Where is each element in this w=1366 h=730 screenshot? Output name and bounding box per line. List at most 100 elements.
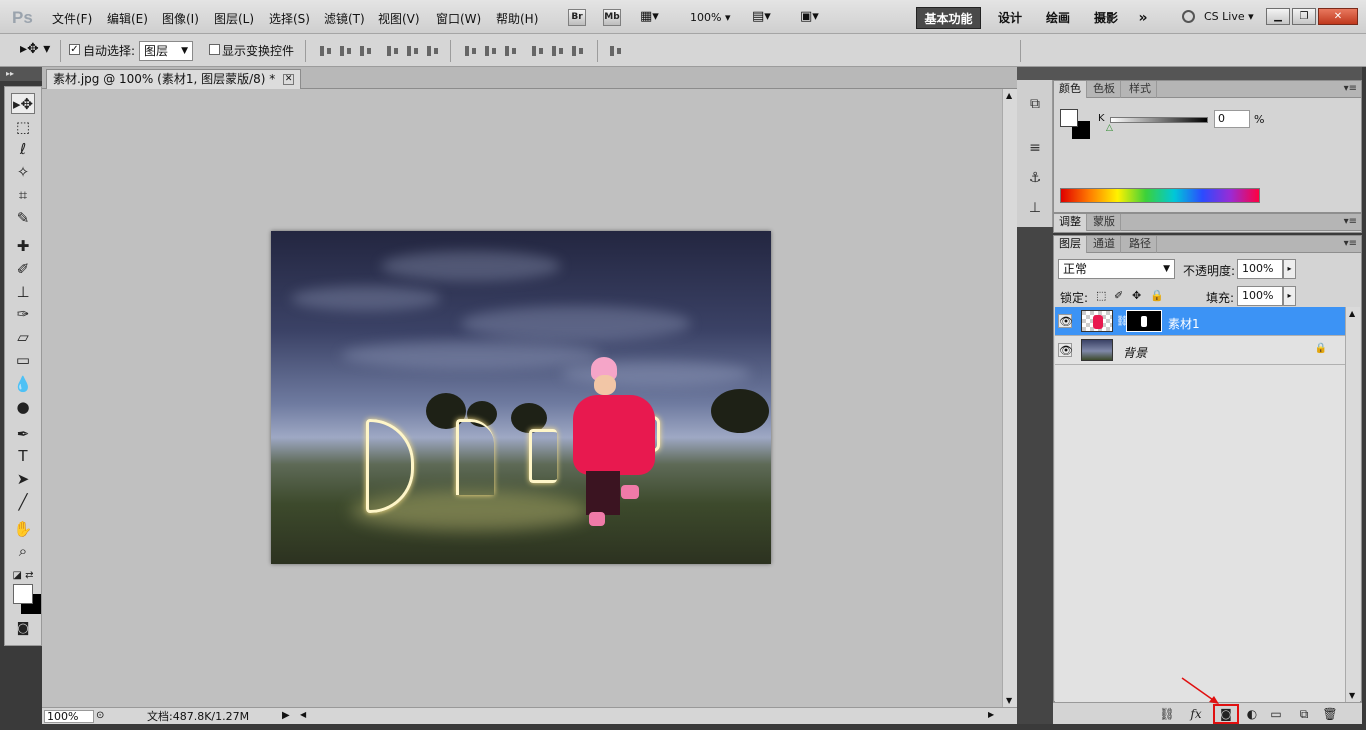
swap-colors-icon[interactable]: ◪ ⇄ xyxy=(11,565,35,586)
panels-header[interactable] xyxy=(1053,67,1362,80)
new-group-icon[interactable]: ▭ xyxy=(1267,706,1285,722)
quick-mask-icon[interactable]: ◙ xyxy=(11,618,35,639)
menu-help[interactable]: 帮助(H) xyxy=(496,10,538,27)
new-layer-icon[interactable]: ⧉ xyxy=(1295,706,1313,722)
scroll-up-icon[interactable]: ▲ xyxy=(1006,91,1012,100)
align-right-icon[interactable] xyxy=(425,44,441,58)
line-tool-icon[interactable]: ╱ xyxy=(11,492,35,513)
auto-select-target-select[interactable]: 图层 ▼ xyxy=(139,41,193,61)
menu-window[interactable]: 窗口(W) xyxy=(436,10,481,27)
document-tab[interactable]: 素材.jpg @ 100% (素材1, 图层蒙版/8) * ✕ xyxy=(46,69,302,89)
clone-source-icon[interactable]: ⊥ xyxy=(1025,198,1045,218)
restore-button[interactable]: ❐ xyxy=(1292,8,1316,25)
lasso-tool-icon[interactable]: ℓ xyxy=(11,139,35,160)
auto-select-checkbox[interactable]: ✓ xyxy=(69,44,80,55)
scroll-left-icon[interactable]: ◀ xyxy=(300,710,306,719)
opacity-slider-arrow-icon[interactable]: ▸ xyxy=(1283,259,1296,279)
opacity-field[interactable]: 100% xyxy=(1237,259,1283,279)
canvas-vertical-scrollbar[interactable]: ▲ ▼ xyxy=(1002,89,1017,707)
workspace-essentials-button[interactable]: 基本功能 xyxy=(916,7,981,29)
scroll-up-icon[interactable]: ▲ xyxy=(1349,309,1355,318)
crop-tool-icon[interactable]: ⌗ xyxy=(11,185,35,206)
menu-filter[interactable]: 滤镜(T) xyxy=(324,10,365,27)
blend-mode-select[interactable]: 正常 ▼ xyxy=(1058,259,1175,279)
tab-masks[interactable]: 蒙版 xyxy=(1088,214,1121,231)
distribute-left-icon[interactable] xyxy=(530,44,546,58)
pen-tool-icon[interactable]: ✒ xyxy=(11,424,35,445)
fill-field[interactable]: 100% xyxy=(1237,286,1283,306)
align-top-icon[interactable] xyxy=(318,44,334,58)
blur-tool-icon[interactable]: 💧 xyxy=(11,374,35,395)
add-layer-mask-button[interactable]: ◙ xyxy=(1213,704,1239,724)
panel-menu-icon[interactable]: ▾≡ xyxy=(1344,238,1357,249)
add-layer-style-icon[interactable]: fx xyxy=(1187,706,1205,722)
rectangular-marquee-tool-icon[interactable]: ⬚ xyxy=(11,117,35,138)
distribute-top-icon[interactable] xyxy=(463,44,479,58)
close-document-icon[interactable]: ✕ xyxy=(283,74,295,85)
distribute-bottom-icon[interactable] xyxy=(503,44,519,58)
k-slider-handle-icon[interactable]: △ xyxy=(1106,123,1113,133)
scroll-right-icon[interactable]: ▶ xyxy=(988,710,994,719)
visibility-eye-icon[interactable]: 👁 xyxy=(1058,314,1073,328)
tab-channels[interactable]: 通道 xyxy=(1088,236,1121,253)
show-transform-checkbox[interactable] xyxy=(209,44,220,55)
status-zoom-field[interactable]: 100% xyxy=(44,710,94,723)
move-tool-preset-icon[interactable]: ▸✥ ▾ xyxy=(20,41,50,57)
align-vertical-center-icon[interactable] xyxy=(338,44,354,58)
scroll-down-icon[interactable]: ▼ xyxy=(1349,691,1355,700)
workspace-painting-button[interactable]: 绘画 xyxy=(1038,7,1078,29)
new-adjustment-layer-icon[interactable]: ◐ xyxy=(1243,706,1261,722)
lock-transparent-icon[interactable]: ⬚ xyxy=(1096,289,1106,302)
history-brush-tool-icon[interactable]: ✑ xyxy=(11,304,35,325)
workspace-design-button[interactable]: 设计 xyxy=(990,7,1030,29)
bridge-button[interactable]: Br xyxy=(568,9,586,26)
visibility-eye-icon[interactable]: 👁 xyxy=(1058,343,1073,357)
dock-strip-header[interactable] xyxy=(1017,67,1053,80)
menu-file[interactable]: 文件(F) xyxy=(52,10,92,27)
color-foreground-swatch[interactable] xyxy=(1060,109,1078,127)
canvas-area[interactable] xyxy=(42,89,1002,707)
screen-mode-icon[interactable]: ▣▾ xyxy=(800,9,819,24)
align-bottom-icon[interactable] xyxy=(358,44,374,58)
close-button[interactable]: ✕ xyxy=(1318,8,1358,25)
move-tool-icon[interactable]: ▸✥ xyxy=(11,93,35,114)
extras-icon[interactable]: ▦▾ xyxy=(640,9,659,24)
eyedropper-tool-icon[interactable]: ✎ xyxy=(11,208,35,229)
layer-name[interactable]: 素材1 xyxy=(1168,315,1200,332)
distribute-right-icon[interactable] xyxy=(570,44,586,58)
layers-scrollbar[interactable]: ▲ ▼ xyxy=(1345,307,1360,702)
menu-select[interactable]: 选择(S) xyxy=(269,10,310,27)
document-image[interactable] xyxy=(271,231,771,564)
tab-paths[interactable]: 路径 xyxy=(1124,236,1157,253)
tab-swatches[interactable]: 色板 xyxy=(1088,81,1121,98)
layer-name[interactable]: 背景 xyxy=(1123,344,1147,361)
arrange-documents-icon[interactable]: ▤▾ xyxy=(752,9,771,24)
align-left-icon[interactable] xyxy=(385,44,401,58)
fill-slider-arrow-icon[interactable]: ▸ xyxy=(1283,286,1296,306)
lock-image-icon[interactable]: ✐ xyxy=(1114,289,1123,302)
scroll-down-icon[interactable]: ▼ xyxy=(1006,696,1012,705)
delete-layer-icon[interactable]: 🗑 xyxy=(1321,706,1339,722)
tab-styles[interactable]: 样式 xyxy=(1124,81,1157,98)
k-value-field[interactable]: 0 xyxy=(1214,110,1250,128)
history-panel-icon[interactable]: ⧉ xyxy=(1025,94,1045,114)
tools-panel-header[interactable]: ▸▸ xyxy=(0,67,42,81)
layer-row-material1[interactable]: 👁 ⛓ 素材1 xyxy=(1055,307,1345,336)
menu-image[interactable]: 图像(I) xyxy=(162,10,199,27)
distribute-horizontal-center-icon[interactable] xyxy=(550,44,566,58)
type-tool-icon[interactable]: T xyxy=(11,446,35,467)
status-info-icon[interactable]: ⊙ xyxy=(96,710,104,721)
hand-tool-icon[interactable]: ✋ xyxy=(11,519,35,540)
color-swatches[interactable] xyxy=(13,584,41,614)
link-layers-icon[interactable]: ⛓ xyxy=(1158,706,1176,722)
spot-healing-brush-icon[interactable]: ✚ xyxy=(11,236,35,257)
minimize-button[interactable]: ▁ xyxy=(1266,8,1290,25)
workspace-photography-button[interactable]: 摄影 xyxy=(1086,7,1126,29)
status-menu-arrow-icon[interactable]: ▶ xyxy=(282,710,290,721)
panel-menu-icon[interactable]: ▾≡ xyxy=(1344,216,1357,227)
tab-color[interactable]: 颜色 xyxy=(1054,81,1087,98)
cs-live-menu[interactable]: CS Live ▾ xyxy=(1204,10,1254,23)
gradient-tool-icon[interactable]: ▭ xyxy=(11,350,35,371)
lock-all-icon[interactable]: 🔒 xyxy=(1150,289,1164,302)
distribute-vertical-center-icon[interactable] xyxy=(483,44,499,58)
